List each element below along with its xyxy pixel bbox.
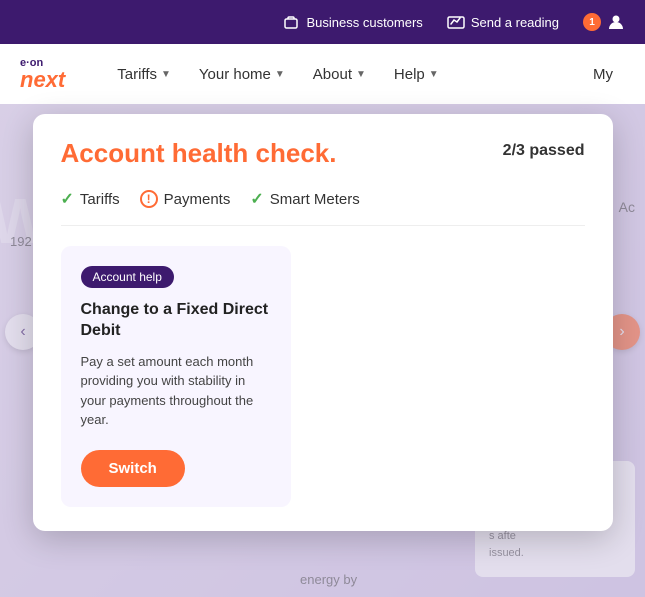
- check-smart-meters: ✓ Smart Meters: [250, 189, 359, 209]
- business-customers-link[interactable]: Business customers: [282, 13, 422, 31]
- nav-help-label: Help: [394, 66, 425, 83]
- check-payments-label: Payments: [164, 191, 231, 208]
- check-pass-icon: ✓: [61, 189, 74, 209]
- nav-your-home-label: Your home: [199, 66, 271, 83]
- logo[interactable]: e·on next: [20, 58, 65, 91]
- switch-button[interactable]: Switch: [81, 450, 185, 487]
- modal-checks: ✓ Tariffs ! Payments ✓ Smart Meters: [61, 189, 585, 226]
- main-nav: e·on next Tariffs ▼ Your home ▼ About ▼ …: [0, 44, 645, 104]
- send-reading-link[interactable]: Send a reading: [447, 13, 559, 31]
- modal-overlay: Account health check. 2/3 passed ✓ Tarif…: [0, 104, 645, 597]
- modal-header: Account health check. 2/3 passed: [61, 138, 585, 169]
- suggestion-card: Account help Change to a Fixed Direct De…: [61, 246, 291, 507]
- modal-title: Account health check.: [61, 138, 337, 169]
- card-title: Change to a Fixed Direct Debit: [81, 300, 271, 342]
- check-smart-meters-label: Smart Meters: [270, 191, 360, 208]
- chevron-down-icon: ▼: [161, 69, 171, 80]
- nav-my-label: My: [593, 66, 613, 83]
- modal-passed: 2/3 passed: [503, 142, 585, 160]
- chevron-down-icon: ▼: [356, 69, 366, 80]
- check-payments: ! Payments: [140, 190, 231, 208]
- meter-icon: [447, 13, 465, 31]
- check-tariffs-label: Tariffs: [80, 191, 120, 208]
- nav-my[interactable]: My: [581, 58, 625, 91]
- health-check-modal: Account health check. 2/3 passed ✓ Tarif…: [33, 114, 613, 531]
- nav-tariffs[interactable]: Tariffs ▼: [105, 58, 183, 91]
- card-description: Pay a set amount each month providing yo…: [81, 352, 271, 430]
- notifications-link[interactable]: 1: [583, 13, 625, 31]
- logo-next: next: [20, 69, 65, 91]
- nav-items: Tariffs ▼ Your home ▼ About ▼ Help ▼ My: [105, 58, 625, 91]
- nav-about-label: About: [313, 66, 352, 83]
- check-warn-icon: !: [140, 190, 158, 208]
- nav-help[interactable]: Help ▼: [382, 58, 451, 91]
- check-tariffs: ✓ Tariffs: [61, 189, 120, 209]
- notification-badge: 1: [583, 13, 601, 31]
- check-pass-icon-2: ✓: [250, 189, 263, 209]
- person-icon: [607, 13, 625, 31]
- card-badge: Account help: [81, 266, 174, 288]
- chevron-down-icon: ▼: [275, 69, 285, 80]
- nav-your-home[interactable]: Your home ▼: [187, 58, 297, 91]
- top-bar: Business customers Send a reading 1: [0, 0, 645, 44]
- nav-tariffs-label: Tariffs: [117, 66, 157, 83]
- chevron-down-icon: ▼: [429, 69, 439, 80]
- send-reading-label: Send a reading: [471, 15, 559, 30]
- briefcase-icon: [282, 13, 300, 31]
- nav-about[interactable]: About ▼: [301, 58, 378, 91]
- business-customers-label: Business customers: [306, 15, 422, 30]
